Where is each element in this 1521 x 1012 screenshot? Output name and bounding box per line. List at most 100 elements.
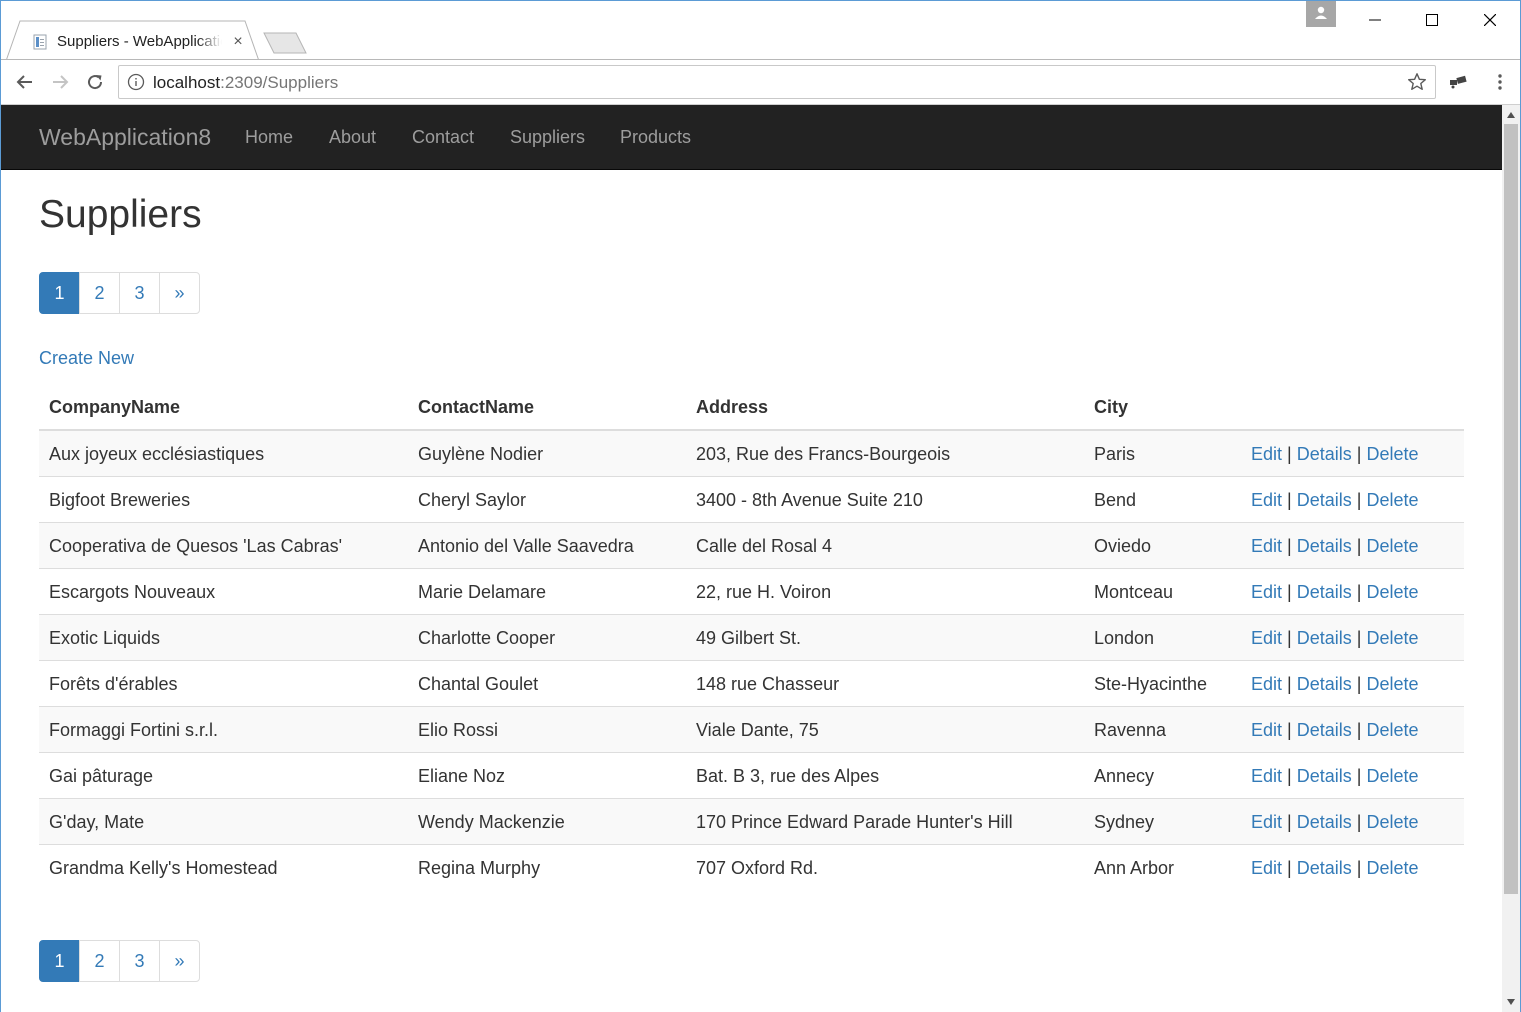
table-row: Exotic Liquids Charlotte Cooper 49 Gilbert… — [39, 614, 1464, 660]
table-row: Cooperativa de Quesos 'Las Cabras' Antoni… — [39, 522, 1464, 568]
edit-link[interactable]: Edit — [1251, 812, 1282, 832]
cell-companyname: G'day, Mate — [49, 812, 145, 832]
column-header-address[interactable]: Address — [696, 397, 768, 418]
url-text[interactable]: localhost:2309/Suppliers — [153, 73, 338, 93]
edit-link[interactable]: Edit — [1251, 536, 1282, 556]
action-separator: | — [1356, 582, 1362, 602]
column-header-city[interactable]: City — [1094, 397, 1128, 418]
cell-companyname: Formaggi Fortini s.r.l. — [49, 720, 219, 740]
bookmark-star-icon[interactable] — [1407, 72, 1427, 92]
details-link[interactable]: Details — [1297, 444, 1352, 464]
cell-city: Bend — [1094, 490, 1137, 510]
edit-link[interactable]: Edit — [1251, 490, 1282, 510]
action-separator: | — [1287, 582, 1292, 602]
delete-link[interactable]: Delete — [1367, 674, 1419, 694]
details-link[interactable]: Details — [1297, 720, 1352, 740]
edit-link[interactable]: Edit — [1251, 674, 1282, 694]
details-link[interactable]: Details — [1297, 674, 1352, 694]
column-header-companyname[interactable]: CompanyName — [49, 397, 180, 418]
delete-link[interactable]: Delete — [1367, 812, 1419, 832]
action-separator: | — [1356, 858, 1362, 878]
delete-link[interactable]: Delete — [1367, 536, 1419, 556]
reload-button[interactable] — [81, 68, 109, 96]
scroll-down-arrow-icon[interactable] — [1502, 994, 1520, 1010]
column-header-contactname[interactable]: ContactName — [418, 397, 534, 418]
cell-contactname: Eliane Noz — [418, 766, 506, 786]
details-link[interactable]: Details — [1297, 490, 1352, 510]
edit-link[interactable]: Edit — [1251, 766, 1282, 786]
delete-link[interactable]: Delete — [1367, 628, 1419, 648]
table-body: Aux joyeux ecclésiastiques Guylène Nodier… — [39, 430, 1464, 890]
cell-companyname: Aux joyeux ecclésiastiques — [49, 444, 265, 464]
delete-link[interactable]: Delete — [1367, 858, 1419, 878]
details-link[interactable]: Details — [1297, 812, 1352, 832]
nav-link-products[interactable]: Products — [620, 127, 691, 148]
edit-link[interactable]: Edit — [1251, 858, 1282, 878]
action-separator: | — [1356, 720, 1362, 740]
page-link-next[interactable]: » — [159, 272, 200, 314]
nav-link-about[interactable]: About — [329, 127, 376, 148]
cell-companyname: Grandma Kelly's Homestead — [49, 858, 278, 878]
table-row: Bigfoot Breweries Cheryl Saylor 3400 - 8th… — [39, 476, 1464, 522]
row-actions: Edit | Details | Delete — [1251, 628, 1419, 649]
action-separator: | — [1356, 766, 1362, 786]
scrollbar-thumb[interactable] — [1504, 124, 1518, 894]
nav-link-contact[interactable]: Contact — [412, 127, 474, 148]
delete-link[interactable]: Delete — [1367, 766, 1419, 786]
cell-companyname: Forêts d'érables — [49, 674, 178, 694]
table-row: Formaggi Fortini s.r.l. Elio Rossi Viale D… — [39, 706, 1464, 752]
edit-link[interactable]: Edit — [1251, 720, 1282, 740]
page-link-3[interactable]: 3 — [119, 940, 160, 982]
profile-avatar-icon[interactable] — [1306, 1, 1336, 27]
nav-link-suppliers[interactable]: Suppliers — [510, 127, 585, 148]
back-button[interactable] — [11, 68, 39, 96]
create-new-link[interactable]: Create New — [39, 348, 134, 369]
action-separator: | — [1356, 444, 1362, 464]
edit-link[interactable]: Edit — [1251, 582, 1282, 602]
details-link[interactable]: Details — [1297, 858, 1352, 878]
tab-close-icon[interactable]: × — [230, 33, 246, 51]
site-brand-link[interactable]: WebApplication8 — [39, 124, 211, 151]
details-link[interactable]: Details — [1297, 628, 1352, 648]
details-link[interactable]: Details — [1297, 536, 1352, 556]
action-separator: | — [1356, 674, 1362, 694]
close-window-button[interactable] — [1470, 5, 1510, 35]
page-link-2[interactable]: 2 — [79, 940, 120, 982]
maximize-button[interactable] — [1412, 5, 1452, 35]
details-link[interactable]: Details — [1297, 766, 1352, 786]
details-link[interactable]: Details — [1297, 582, 1352, 602]
page-link-1[interactable]: 1 — [39, 272, 80, 314]
address-bar[interactable]: localhost:2309/Suppliers — [118, 65, 1436, 99]
nav-link-home[interactable]: Home — [245, 127, 293, 148]
cast-extension-icon[interactable] — [1445, 68, 1473, 96]
info-icon[interactable] — [127, 73, 145, 91]
page-link-next[interactable]: » — [159, 940, 200, 982]
row-actions: Edit | Details | Delete — [1251, 444, 1419, 465]
cell-companyname: Cooperativa de Quesos 'Las Cabras' — [49, 536, 343, 556]
cell-contactname: Elio Rossi — [418, 720, 499, 740]
forward-button[interactable] — [46, 68, 74, 96]
cell-contactname: Charlotte Cooper — [418, 628, 556, 648]
vertical-scrollbar[interactable] — [1502, 105, 1520, 1012]
delete-link[interactable]: Delete — [1367, 444, 1419, 464]
page-link-1[interactable]: 1 — [39, 940, 80, 982]
minimize-button[interactable] — [1355, 5, 1395, 35]
new-tab-button[interactable] — [263, 32, 307, 54]
action-separator: | — [1287, 674, 1292, 694]
delete-link[interactable]: Delete — [1367, 582, 1419, 602]
cell-address: 49 Gilbert St. — [696, 628, 802, 648]
page-link-3[interactable]: 3 — [119, 272, 160, 314]
row-actions: Edit | Details | Delete — [1251, 536, 1419, 557]
edit-link[interactable]: Edit — [1251, 444, 1282, 464]
delete-link[interactable]: Delete — [1367, 720, 1419, 740]
menu-kebab-icon[interactable] — [1486, 68, 1514, 96]
scroll-up-arrow-icon[interactable] — [1502, 107, 1520, 123]
edit-link[interactable]: Edit — [1251, 628, 1282, 648]
page-title: Suppliers — [39, 193, 202, 236]
row-actions: Edit | Details | Delete — [1251, 812, 1419, 833]
delete-link[interactable]: Delete — [1367, 490, 1419, 510]
cell-address: Calle del Rosal 4 — [696, 536, 833, 556]
row-actions: Edit | Details | Delete — [1251, 766, 1419, 787]
cell-city: Ste-Hyacinthe — [1094, 674, 1208, 694]
page-link-2[interactable]: 2 — [79, 272, 120, 314]
